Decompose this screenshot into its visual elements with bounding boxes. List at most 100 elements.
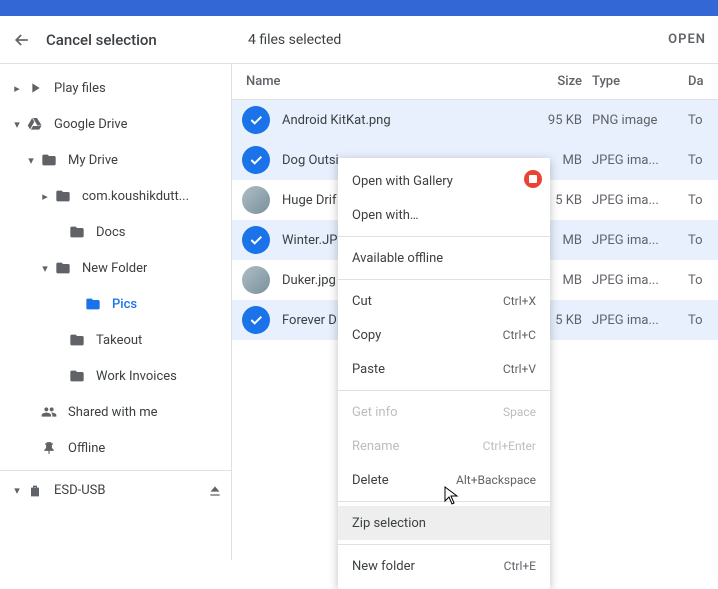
back-arrow-icon[interactable] [12,30,32,50]
sidebar-item-label: New Folder [82,261,147,276]
eject-icon[interactable] [207,483,223,499]
menu-item-shortcut: Ctrl+E [504,559,536,573]
sidebar-item-label: Google Drive [54,117,127,132]
folder-icon [68,367,86,385]
menu-item-label: Get info [352,405,398,420]
checkmark-icon [242,226,270,254]
folder-icon [54,187,72,205]
menu-item-copy[interactable]: CopyCtrl+C [338,318,550,352]
sidebar-item-label: Pics [112,297,137,312]
menu-item-rename: Rename Ctrl+Enter [338,429,550,463]
menu-item-shortcut: Space [503,405,536,419]
sidebar-item-esd-usb[interactable]: ▾ ESD-USB [0,470,231,510]
sidebar-item-label: Work Invoices [96,369,177,384]
file-date: To [688,233,718,248]
menu-item-open-with-gallery[interactable]: Open with Gallery [338,164,550,198]
file-date: To [688,153,718,168]
sidebar-item-new-folder[interactable]: ▾ New Folder [0,250,231,286]
checkmark-icon [242,146,270,174]
menu-separator [338,544,550,545]
context-menu: Open with Gallery Open with… Available off… [338,158,550,589]
sidebar-item-google-drive[interactable]: ▾ Google Drive [0,106,231,142]
file-date: To [688,113,718,128]
file-row[interactable]: Android KitKat.png95 KBPNG imageTo [232,100,718,140]
menu-separator [338,390,550,391]
menu-separator [338,236,550,237]
menu-item-shortcut: Ctrl+V [503,362,536,376]
cancel-selection-button[interactable]: Cancel selection [46,31,157,49]
sidebar-item-offline[interactable]: Offline [0,430,231,466]
file-date: To [688,193,718,208]
menu-item-shortcut: Ctrl+X [503,294,536,308]
pin-icon [40,439,58,457]
column-date[interactable]: Da [688,74,718,89]
menu-item-new-folder[interactable]: New folder Ctrl+E [338,549,550,583]
sidebar-item-com-koushik[interactable]: ▸ com.koushikdutt... [0,178,231,214]
file-type: JPEG ima... [592,273,688,288]
sidebar-item-pics[interactable]: Pics [0,286,231,322]
sidebar-item-shared[interactable]: Shared with me [0,394,231,430]
file-type: JPEG ima... [592,193,688,208]
menu-item-label: Open with… [352,208,419,223]
folder-icon [40,151,58,169]
checkmark-icon [242,106,270,134]
play-icon [26,79,44,97]
checkmark-icon [242,306,270,334]
menu-item-label: Available offline [352,251,443,266]
sidebar-item-play-files[interactable]: ▸ Play files [0,70,231,106]
folder-icon [54,259,72,277]
people-icon [40,403,58,421]
column-size[interactable]: Size [522,74,592,89]
file-date: To [688,273,718,288]
sidebar-item-takeout[interactable]: Takeout [0,322,231,358]
folder-icon [84,295,102,313]
column-header-row: Name Size Type Da [232,64,718,100]
menu-item-paste[interactable]: PasteCtrl+V [338,352,550,386]
sidebar-item-label: Takeout [96,333,142,348]
notification-badge-icon [524,170,542,188]
menu-item-get-info: Get info Space [338,395,550,429]
file-type: JPEG ima... [592,153,688,168]
menu-item-label: Cut [352,294,372,309]
menu-item-shortcut: Ctrl+Enter [483,439,536,453]
menu-item-zip-selection[interactable]: Zip selection [338,506,550,540]
sidebar-item-label: Play files [54,81,106,96]
selection-count-label: 4 files selected [248,32,341,48]
file-type: JPEG ima... [592,233,688,248]
sidebar-item-label: ESD-USB [54,483,105,498]
menu-item-open-with-[interactable]: Open with… [338,198,550,232]
menu-item-cut[interactable]: Cut Ctrl+X [338,284,550,318]
menu-item-available-offline[interactable]: Available offline [338,241,550,275]
menu-separator [338,279,550,280]
sidebar-item-work-invoices[interactable]: Work Invoices [0,358,231,394]
window-titlebar [0,0,718,16]
usb-icon [26,482,44,500]
file-type: PNG image [592,113,688,128]
file-name: Android KitKat.png [282,113,522,128]
sidebar-item-docs[interactable]: Docs [0,214,231,250]
open-button[interactable]: OPEN [668,32,706,47]
menu-item-label: Zip selection [352,516,426,531]
file-type: JPEG ima... [592,313,688,328]
sidebar-item-label: Docs [96,225,125,240]
google-drive-icon [26,115,44,133]
chevron-right-icon: ▸ [8,82,26,95]
file-thumbnail [242,266,270,294]
file-thumbnail [242,186,270,214]
menu-item-label: Rename [352,439,399,454]
mouse-cursor-icon [444,486,460,506]
menu-item-label: New folder [352,559,415,574]
column-name[interactable]: Name [246,74,522,89]
folder-icon [68,223,86,241]
menu-item-label: Delete [352,473,389,488]
sidebar-item-label: My Drive [68,153,118,168]
column-type[interactable]: Type [592,74,688,89]
header: Cancel selection 4 files selected OPEN [0,16,718,64]
sidebar: ▸ Play files ▾ Google Drive ▾ My Drive ▸… [0,64,232,560]
sidebar-item-my-drive[interactable]: ▾ My Drive [0,142,231,178]
chevron-down-icon: ▾ [22,154,40,167]
chevron-down-icon: ▾ [36,262,54,275]
chevron-right-icon: ▸ [36,190,54,203]
sidebar-item-label: com.koushikdutt... [82,189,189,204]
menu-item-shortcut: Ctrl+C [503,328,536,342]
